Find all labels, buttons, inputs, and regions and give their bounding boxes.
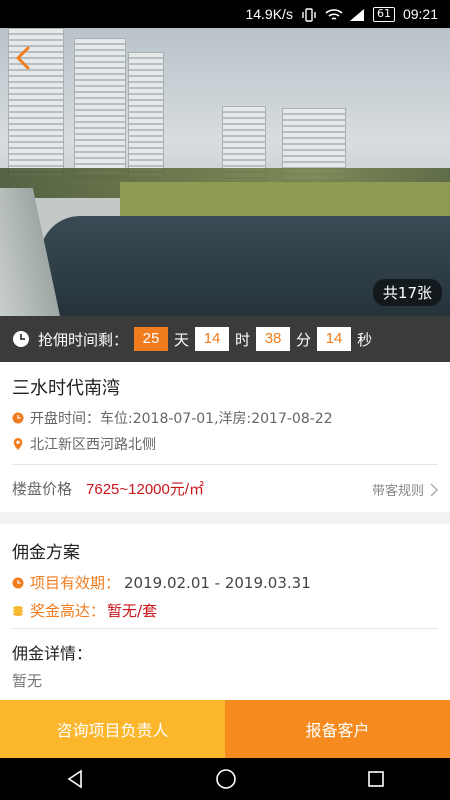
consult-manager-button[interactable]: 咨询项目负责人 [0,700,225,758]
battery-indicator: 61 [372,6,395,22]
photo-count-badge: 共17张 [372,279,442,306]
photo-building [74,38,126,178]
validity-row: 项目有效期： 2019.02.01 - 2019.03.31 [12,572,438,593]
divider [12,628,438,629]
countdown-minutes-unit: 分 [296,330,312,349]
status-bar: 14.9K/s 61 09:21 [0,0,450,28]
nav-back-icon[interactable] [65,769,85,789]
countdown-minutes: 38 [256,327,291,351]
commission-title: 佣金方案 [12,543,80,563]
commission-detail-value: 暂无 [12,672,43,690]
bonus-label: 奖金高达： [30,602,106,620]
signal-icon [349,8,365,21]
commission-countdown: 抢佣时间剩： 25 天 14 时 38 分 14 秒 [0,316,450,362]
countdown-hours-unit: 时 [235,330,251,349]
referral-rules-label: 带客规则 [371,484,424,499]
referral-rules-link[interactable]: 带客规则 [372,480,438,499]
network-speed: 14.9K/s [245,6,293,22]
bottom-action-bar: 咨询项目负责人 报备客户 [0,700,450,758]
wifi-icon [325,8,343,20]
commission-detail-label: 佣金详情： [12,644,93,663]
system-nav-bar [0,758,450,800]
opening-time-row: 开盘时间：车位:2018-07-01,洋房:2017-08-22 [12,408,438,428]
countdown-label: 抢佣时间剩： [38,330,129,349]
clock-time: 09:21 [402,6,438,22]
countdown-days: 25 [134,327,169,351]
countdown-seconds-unit: 秒 [357,330,373,349]
coins-icon [13,605,23,616]
address-text: 北江新区西河路北侧 [30,437,156,453]
opening-time-text: 开盘时间：车位:2018-07-01,洋房:2017-08-22 [30,411,333,427]
location-pin-icon [13,438,23,450]
countdown-seconds: 14 [317,327,352,351]
bonus-row: 奖金高达： 暂无/套 [12,600,438,621]
photo-building [128,52,164,178]
chevron-right-icon [430,483,438,496]
back-button[interactable] [10,44,38,72]
project-name: 三水时代南湾 [12,378,120,399]
countdown-hours: 14 [195,327,230,351]
countdown-days-unit: 天 [174,330,190,349]
clock-icon [12,577,24,588]
project-photo-gallery[interactable]: 共17张 [0,28,450,316]
nav-recents-icon[interactable] [367,770,385,788]
report-client-button[interactable]: 报备客户 [225,700,450,758]
project-info-card: 三水时代南湾 开盘时间：车位:2018-07-01,洋房:2017-08-22 … [0,362,450,512]
price-label: 楼盘价格 [12,480,73,498]
vibrate-icon [301,8,317,22]
chevron-left-icon [16,46,30,70]
address-row: 北江新区西河路北侧 [12,434,438,454]
clock-icon [13,331,29,347]
divider [12,464,438,465]
nav-home-icon[interactable] [215,768,237,790]
clock-icon [12,412,24,424]
commission-card: 佣金方案 项目有效期： 2019.02.01 - 2019.03.31 奖金高达… [0,524,450,700]
price-value: 7625~12000元/㎡ [86,481,205,498]
bonus-value: 暂无/套 [107,602,158,620]
validity-label: 项目有效期： [30,574,121,592]
validity-value: 2019.02.01 - 2019.03.31 [124,573,311,592]
